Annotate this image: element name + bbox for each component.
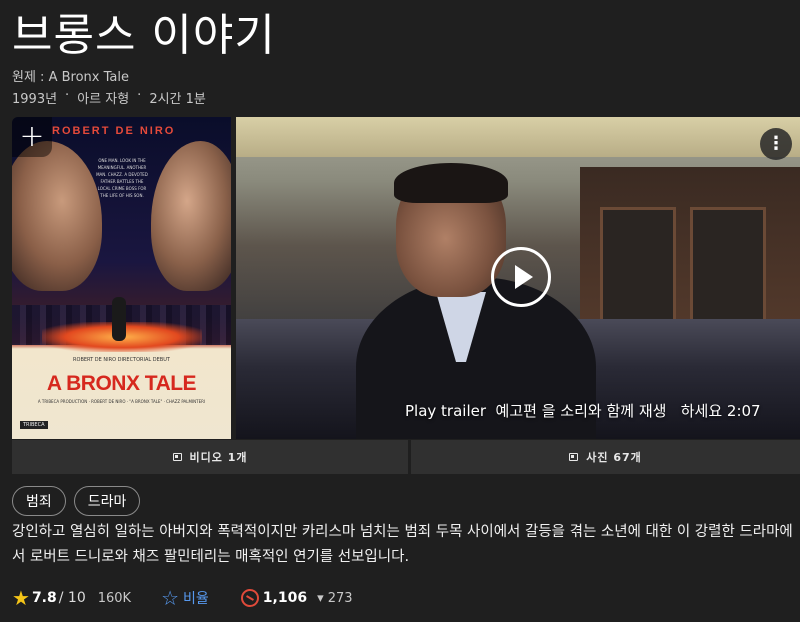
poster-face-right: [151, 141, 231, 291]
poster-title: A BRONX TALE: [46, 372, 197, 395]
poster-runner: [112, 297, 126, 341]
poster-small-credit: ROBERT DE NIRO DIRECTORIAL DEBUT: [73, 357, 170, 363]
add-to-watchlist-button[interactable]: +: [12, 117, 52, 157]
genre-chip-drama[interactable]: 드라마: [73, 486, 141, 516]
play-icon: [514, 265, 533, 289]
imdb-rating-max: / 10: [58, 590, 86, 606]
imdb-rating-count: 160K: [97, 590, 132, 606]
poster-face-left: [12, 141, 102, 291]
genre-chip-crime[interactable]: 범죄: [12, 486, 66, 516]
popularity-icon: [240, 589, 259, 607]
play-trailer-button[interactable]: [491, 247, 551, 307]
video-scene-awning: [236, 117, 800, 157]
photo-library-icon: [569, 453, 579, 461]
meta-separator: ·: [137, 88, 142, 103]
poster-studio-logo: TRIBECA: [20, 421, 48, 429]
photos-label: 사진 67개: [586, 451, 642, 464]
video-library-icon: [172, 453, 182, 461]
popularity-meter[interactable]: 1,106 ▾ 273: [240, 589, 353, 607]
release-year[interactable]: 1993년: [12, 88, 57, 107]
photos-button[interactable]: 사진 67개: [411, 440, 800, 474]
original-title: 원제 : A Bronx Tale: [12, 70, 129, 85]
person-hair: [394, 163, 508, 203]
poster-credits: A TRIBECA PRODUCTION · ROBERT DE NIRO · …: [37, 399, 206, 404]
trailer-caption[interactable]: Play trailer 예고편 을 소리와 함께 재생 하세요 2:07: [405, 400, 761, 421]
title-metadata: 1993년 · 아르 자형 · 2시간 1분: [12, 88, 206, 107]
runtime: 2시간 1분: [149, 92, 206, 107]
content-rating[interactable]: 아르 자형: [77, 88, 129, 107]
imdb-rating[interactable]: 7.8: [32, 590, 57, 606]
star-icon: ★: [12, 586, 30, 610]
star-outline-icon: ☆: [161, 586, 180, 610]
video-scene-person: [356, 163, 596, 439]
videos-button[interactable]: 비디오 1개: [12, 440, 408, 474]
rate-label: 비율: [183, 591, 209, 607]
popularity-value: 1,106: [262, 590, 308, 606]
rate-button[interactable]: ☆ 비율: [161, 588, 209, 608]
videos-label: 비디오 1개: [189, 451, 248, 464]
poster-tagline: ONE MAN. LOOK IN THE MEANINGFUL. ANOTHER…: [96, 158, 148, 198]
ratings-bar: ★ 7.8 / 10 160K ☆ 비율 1,106 ▾ 273: [12, 586, 353, 610]
meta-separator: ·: [65, 88, 70, 103]
more-options-button[interactable]: ⋮: [760, 128, 792, 160]
movie-poster[interactable]: ROBERT DE NIRO ONE MAN. LOOK IN THE MEAN…: [12, 117, 231, 439]
genre-chips: 범죄 드라마: [12, 486, 141, 516]
page-title: 브롱스 이야기: [12, 10, 276, 61]
poster-banner: ROBERT DE NIRO: [52, 125, 176, 137]
plot-description: 강인하고 열심히 일하는 아버지와 폭력적이지만 카리스마 넘치는 범죄 두목 …: [12, 524, 793, 565]
popularity-delta: ▾ 273: [317, 590, 353, 606]
